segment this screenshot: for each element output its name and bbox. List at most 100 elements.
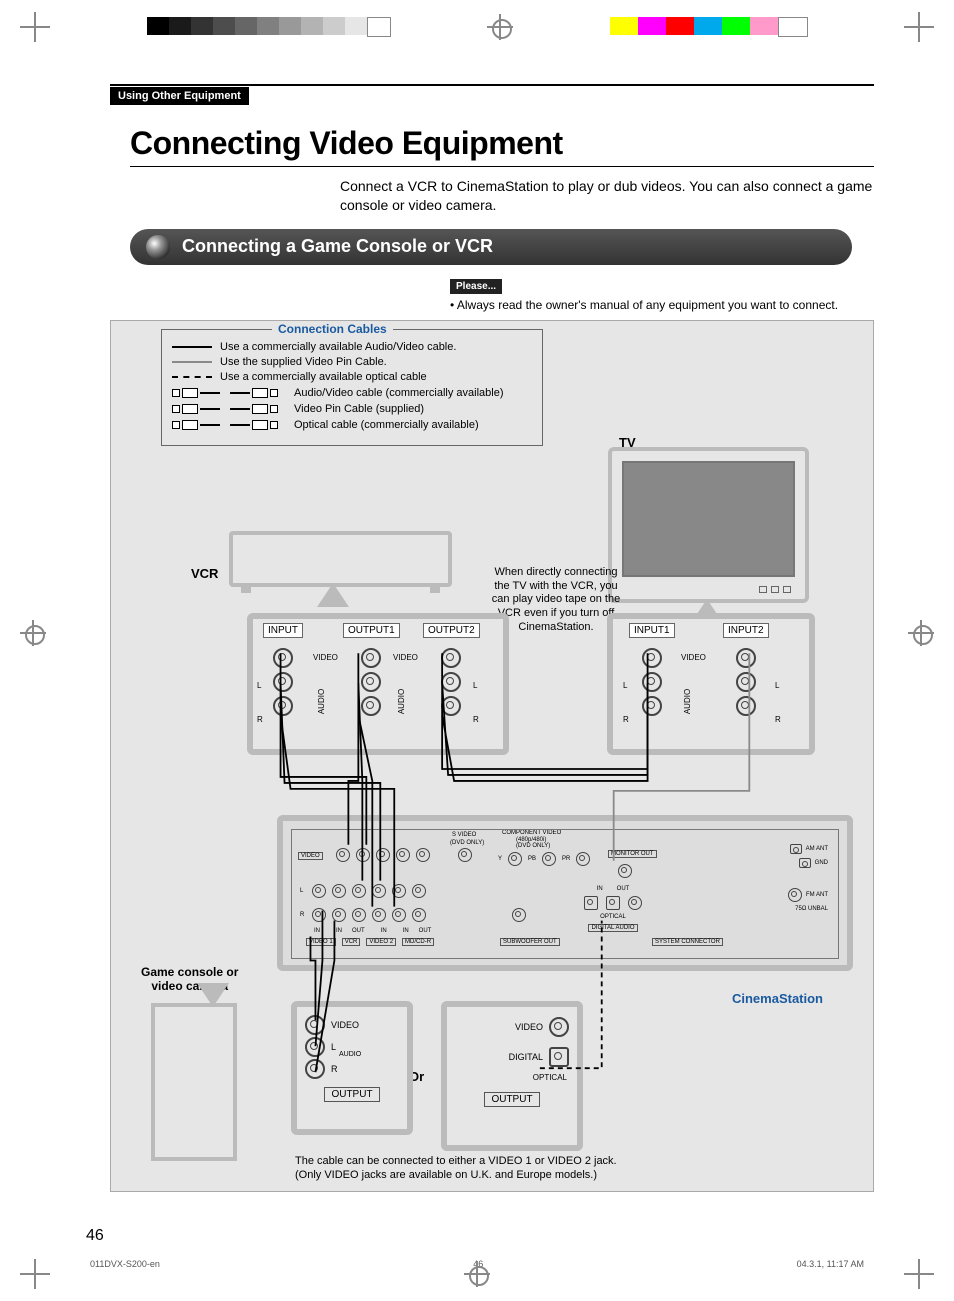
- jack-label: L: [473, 681, 477, 690]
- rca-jack-icon: [305, 1037, 325, 1057]
- svideo-jack-icon: [458, 848, 472, 862]
- jack-label: Y: [498, 856, 502, 862]
- port-header: INPUT2: [723, 623, 769, 638]
- jack-label: VIDEO: [298, 852, 323, 860]
- rca-jack-icon: [392, 884, 406, 898]
- bullet-icon: [146, 235, 170, 259]
- jack-label: IN: [314, 928, 320, 934]
- legend-cable: Optical cable (commercially available): [294, 419, 479, 431]
- rca-jack-icon: [412, 884, 426, 898]
- rca-plug-icon: [172, 404, 220, 414]
- port-header: OUTPUT: [324, 1087, 379, 1102]
- optical-jack-icon: [606, 896, 620, 910]
- rca-jack-icon: [332, 884, 346, 898]
- rca-jack-icon: [392, 908, 406, 922]
- tv-rear-panel: INPUT1 VIDEO L R AUDIO INPUT2 L R: [607, 613, 815, 755]
- jack-label: R: [300, 912, 304, 918]
- jack-label: VIDEO: [331, 1020, 359, 1030]
- rca-plug-icon: [230, 404, 278, 414]
- jack-label: R: [623, 715, 629, 724]
- jack-label: VIDEO: [515, 1022, 543, 1032]
- terminal-icon: [799, 858, 811, 868]
- jack-label: PR: [562, 856, 570, 862]
- jack-label: FM ANT: [806, 892, 828, 898]
- rca-jack-icon: [416, 848, 430, 862]
- rca-jack-icon: [352, 908, 366, 922]
- jack-label: R: [775, 715, 781, 724]
- page-title: Connecting Video Equipment: [130, 125, 874, 162]
- rca-jack-icon: [441, 696, 461, 716]
- legend-line: Use a commercially available Audio/Video…: [220, 341, 456, 353]
- registration-bottom: [0, 1259, 954, 1289]
- section-tab: Using Other Equipment: [110, 87, 249, 105]
- jack-label: R: [257, 715, 263, 724]
- legend-cable: Audio/Video cable (commercially availabl…: [294, 387, 504, 399]
- port-header: OUTPUT: [484, 1092, 539, 1107]
- registration-cross-icon: [487, 14, 513, 40]
- page-number: 46: [86, 1227, 104, 1245]
- jack-label: VIDEO: [681, 653, 706, 662]
- rca-jack-icon: [376, 848, 390, 862]
- rca-jack-icon: [736, 648, 756, 668]
- jack-label: SYSTEM CONNECTOR: [652, 938, 723, 946]
- optical-plug-icon: [172, 420, 220, 430]
- registration-top: [0, 12, 954, 42]
- jack-label: (DVD ONLY): [516, 843, 550, 849]
- jack-label: VIDEO 1: [306, 938, 336, 946]
- port-header: INPUT1: [629, 623, 675, 638]
- jack-label: R: [473, 715, 479, 724]
- rca-jack-icon: [618, 864, 632, 878]
- optical-plug-icon: [230, 420, 278, 430]
- jack-label: AUDIO: [339, 1051, 361, 1058]
- rca-jack-icon: [576, 852, 590, 866]
- rca-jack-icon: [441, 672, 461, 692]
- port-header: INPUT: [263, 623, 303, 638]
- footnote-line: (Only VIDEO jacks are available on U.K. …: [295, 1168, 617, 1182]
- rca-jack-icon: [361, 672, 381, 692]
- rca-jack-icon: [332, 908, 346, 922]
- rca-jack-icon: [396, 848, 410, 862]
- color-bar: [610, 17, 808, 37]
- port-header: OUTPUT2: [423, 623, 480, 638]
- rca-jack-icon: [356, 848, 370, 862]
- rca-plug-icon: [230, 388, 278, 398]
- jack-label: GND: [815, 860, 828, 866]
- please-text: • Always read the owner's manual of any …: [450, 298, 874, 312]
- jack-label: DIGITAL: [509, 1052, 543, 1062]
- rca-jack-icon: [788, 888, 802, 902]
- rca-jack-icon: [372, 884, 386, 898]
- jack-label: L: [300, 888, 303, 894]
- intro-text: Connect a VCR to CinemaStation to play o…: [340, 177, 874, 215]
- legend-box: Connection Cables Use a commercially ava…: [161, 329, 543, 446]
- rca-jack-icon: [642, 696, 662, 716]
- game-output-panel-optical: VIDEO DIGITAL OPTICAL OUTPUT: [441, 1001, 583, 1151]
- rca-jack-icon: [642, 648, 662, 668]
- terminal-icon: [790, 844, 802, 854]
- jack-label: OUT: [419, 928, 432, 934]
- connection-diagram: Connection Cables Use a commercially ava…: [110, 320, 874, 1192]
- please-label: Please...: [450, 279, 502, 294]
- rca-jack-icon: [361, 648, 381, 668]
- legend-cable: Video Pin Cable (supplied): [294, 403, 424, 415]
- jack-label: VCR: [342, 938, 361, 946]
- jack-label: VIDEO: [313, 653, 338, 662]
- tv-device-icon: [608, 447, 809, 603]
- legend-line: Use the supplied Video Pin Cable.: [220, 356, 387, 368]
- center-note: When directly connecting the TV with the…: [491, 566, 621, 635]
- jack-label: OPTICAL: [600, 914, 626, 920]
- jack-label: (DVD ONLY): [450, 840, 484, 846]
- rca-plug-icon: [172, 388, 220, 398]
- registration-cross-icon: [464, 1261, 490, 1287]
- rca-jack-icon: [305, 1059, 325, 1079]
- rca-jack-icon: [542, 852, 556, 866]
- jack-label: VIDEO: [393, 653, 418, 662]
- game-console-icon: [151, 1003, 237, 1161]
- rca-jack-icon: [549, 1017, 569, 1037]
- pointer-icon: [317, 583, 349, 607]
- rca-jack-icon: [305, 1015, 325, 1035]
- jack-label: COMPONENT VIDEO: [502, 830, 561, 836]
- registration-cross-icon: [908, 620, 934, 646]
- jack-label: AUDIO: [317, 689, 326, 714]
- rca-jack-icon: [352, 884, 366, 898]
- rca-jack-icon: [508, 852, 522, 866]
